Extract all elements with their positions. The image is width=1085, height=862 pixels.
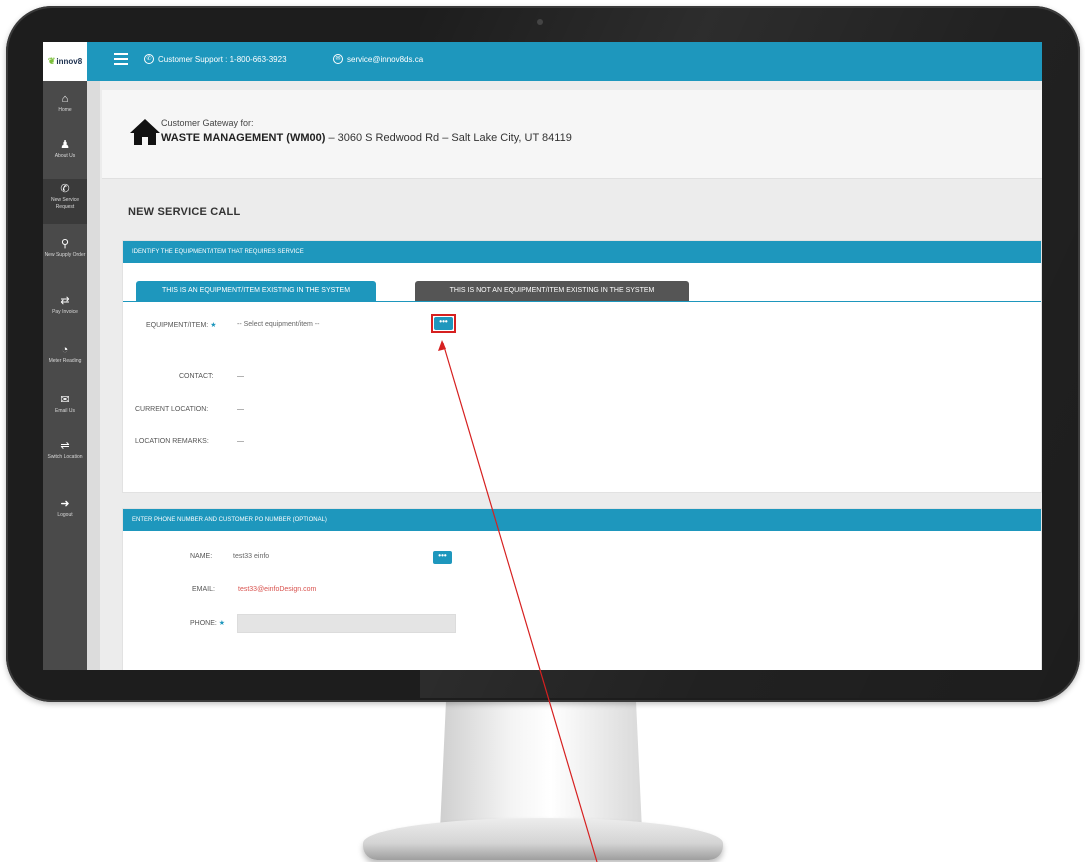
customer-name: WASTE MANAGEMENT (WM00) <box>161 132 326 144</box>
tab-existing-equipment[interactable]: THIS IS AN EQUIPMENT/ITEM EXISTING IN TH… <box>136 281 376 301</box>
tab-not-existing-equipment[interactable]: THIS IS NOT AN EQUIPMENT/ITEM EXISTING I… <box>415 281 689 301</box>
sidebar-item-pay-invoice[interactable]: ⇄ Pay Invoice <box>43 295 87 316</box>
main-content: NEW SERVICE CALL IDENTIFY THE EQUIPMENT/… <box>102 187 1042 670</box>
location-remarks-value: — <box>237 438 244 445</box>
logout-icon: ➜ <box>60 498 70 510</box>
supply-order-icon: ⚲ <box>60 238 70 250</box>
top-bar: ❦ innov8 ✆ Customer Support : 1-800-663-… <box>43 42 1042 81</box>
customer-address: – 3060 S Redwood Rd – Salt Lake City, UT… <box>325 132 572 144</box>
sidebar-item-label: Meter Reading <box>48 358 82 364</box>
contact-panel-header: ENTER PHONE NUMBER AND CUSTOMER PO NUMBE… <box>123 509 1041 531</box>
service-email-link[interactable]: ✉ service@innov8ds.ca <box>333 54 423 64</box>
sidebar-item-new-service-request[interactable]: ✆ New Service Request <box>43 179 87 224</box>
location-remarks-label: LOCATION REMARKS: <box>135 438 209 445</box>
logo[interactable]: ❦ innov8 <box>43 42 87 81</box>
contact-value: — <box>237 373 244 380</box>
email-value: test33@einfoDesign.com <box>238 586 317 593</box>
envelope-icon: ✉ <box>60 394 70 406</box>
required-star-icon: ★ <box>218 620 226 627</box>
sidebar-item-label: New Service Request <box>50 197 80 210</box>
contact-picker-button[interactable]: ••• <box>433 551 452 564</box>
current-location-label: CURRENT LOCATION: <box>135 406 209 413</box>
sidebar-item-about-us[interactable]: ♟ About Us <box>43 139 87 160</box>
name-value: test33 einfo <box>233 553 270 560</box>
hamburger-menu-icon[interactable] <box>114 53 128 65</box>
sidebar-item-label: Pay Invoice <box>52 309 78 315</box>
sidebar-item-label: Email Us <box>54 408 75 414</box>
sidebar-item-label: New Supply Order <box>44 252 86 258</box>
sidebar-item-switch-location[interactable]: ⇌ Switch Location <box>43 440 87 461</box>
equipment-panel-header: IDENTIFY THE EQUIPMENT/ITEM THAT REQUIRE… <box>123 241 1041 263</box>
leaf-icon: ❦ <box>47 56 56 66</box>
mail-icon: ✉ <box>333 54 343 64</box>
sidebar: ⌂ Home ♟ About Us ✆ New Service Request … <box>43 81 87 670</box>
user-icon: ♟ <box>60 139 70 151</box>
sidebar-item-email-us[interactable]: ✉ Email Us <box>43 394 87 415</box>
name-label: NAME: <box>190 553 213 560</box>
required-star-icon: ★ <box>210 322 217 329</box>
email-label: EMAIL: <box>192 586 215 593</box>
sidebar-item-logout[interactable]: ➜ Logout <box>43 498 87 519</box>
support-text: Customer Support : 1-800-663-3923 <box>158 54 287 64</box>
house-icon <box>130 119 160 145</box>
switch-location-icon: ⇌ <box>60 440 70 452</box>
handshake-icon: ⇄ <box>60 295 70 307</box>
contact-label: CONTACT: <box>179 373 214 380</box>
customer-support[interactable]: ✆ Customer Support : 1-800-663-3923 <box>144 54 287 64</box>
equipment-field-label: EQUIPMENT/ITEM: ★ <box>146 321 216 329</box>
phone-field-label: PHONE: ★ <box>190 619 225 627</box>
customer-gateway-header: Customer Gateway for: WASTE MANAGEMENT (… <box>102 90 1042 179</box>
phone-icon: ✆ <box>60 183 70 195</box>
equipment-select-value[interactable]: -- Select equipment/item -- <box>237 321 319 328</box>
sidebar-item-meter-reading[interactable]: ◔ Meter Reading <box>43 344 87 365</box>
gateway-label: Customer Gateway for: <box>161 118 254 128</box>
gateway-customer: WASTE MANAGEMENT (WM00) – 3060 S Redwood… <box>161 132 572 144</box>
sidebar-item-label: About Us <box>54 153 76 159</box>
sidebar-item-label: Home <box>58 107 72 113</box>
monitor-mockup: ❦ innov8 ✆ Customer Support : 1-800-663-… <box>0 0 1085 862</box>
page-title: NEW SERVICE CALL <box>128 206 241 218</box>
webcam <box>537 19 543 25</box>
highlight-box <box>431 314 456 333</box>
sidebar-gutter <box>87 81 100 670</box>
phone-label-text: PHONE: <box>190 620 217 627</box>
logo-text: innov8 <box>56 57 83 66</box>
sidebar-item-label: Logout <box>57 512 73 518</box>
equipment-panel: IDENTIFY THE EQUIPMENT/ITEM THAT REQUIRE… <box>122 240 1042 493</box>
sidebar-item-home[interactable]: ⌂ Home <box>43 93 87 114</box>
sidebar-item-new-supply-order[interactable]: ⚲ New Supply Order <box>43 238 87 259</box>
equipment-label-text: EQUIPMENT/ITEM: <box>146 322 209 329</box>
monitor-stand-neck <box>440 700 642 830</box>
sidebar-item-label: Switch Location <box>47 454 83 460</box>
service-email-text: service@innov8ds.ca <box>347 54 424 64</box>
tab-divider <box>123 301 1041 302</box>
contact-panel: ENTER PHONE NUMBER AND CUSTOMER PO NUMBE… <box>122 508 1042 670</box>
screen: ❦ innov8 ✆ Customer Support : 1-800-663-… <box>43 42 1042 670</box>
phone-input[interactable] <box>237 614 456 633</box>
home-icon: ⌂ <box>61 93 69 105</box>
phone-icon: ✆ <box>144 54 154 64</box>
monitor-stand-base <box>363 818 723 860</box>
gauge-icon: ◔ <box>61 344 69 356</box>
current-location-value: — <box>237 406 244 413</box>
